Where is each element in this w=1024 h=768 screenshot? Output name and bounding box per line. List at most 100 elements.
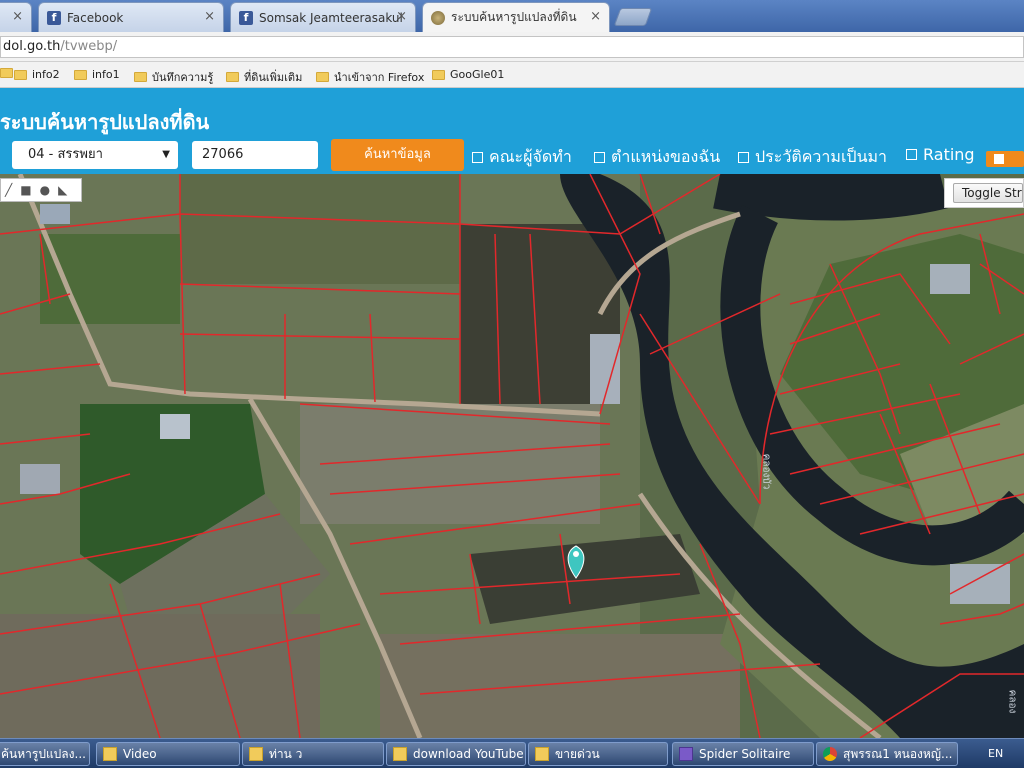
folder-icon xyxy=(249,747,263,761)
close-icon[interactable]: × xyxy=(590,9,601,24)
bookmarks-bar: info2 info1 บันทึกความรู้ ที่ดินเพิ่มเติ… xyxy=(0,62,1024,88)
browser-tab-somsak[interactable]: f Somsak Jeamteerasakul × xyxy=(230,2,416,32)
polygon-icon[interactable]: ◣ xyxy=(58,183,67,197)
tab-label: ระบบค้นหารูปแปลงที่ดิน xyxy=(451,10,577,24)
buildings xyxy=(930,264,970,294)
spider-icon xyxy=(679,747,693,761)
rectangle-icon[interactable]: ■ xyxy=(20,183,31,197)
checkbox-icon[interactable] xyxy=(738,152,749,163)
address-bar: dol.go.th/tvwebp/ xyxy=(0,32,1024,62)
folder-icon xyxy=(393,747,407,761)
field-area xyxy=(40,234,180,324)
taskbar-item-chrome[interactable]: สุพรรณ1 หนองหญ้... xyxy=(816,742,958,766)
bookmark-label: ที่ดินเพิ่มเติม xyxy=(244,71,303,84)
checkbox-icon[interactable] xyxy=(594,152,605,163)
chevron-down-icon: ▼ xyxy=(162,149,170,160)
close-icon[interactable]: × xyxy=(12,9,23,24)
buildings xyxy=(40,204,70,224)
new-tab-button[interactable] xyxy=(613,8,653,26)
field-area xyxy=(380,634,740,738)
toggle-street-container: Toggle Street xyxy=(944,178,1024,208)
tab-label: Somsak Jeamteerasakul xyxy=(259,10,403,25)
bookmark-google01[interactable]: GooGle01 xyxy=(432,68,504,81)
layer-toggle-tab[interactable] xyxy=(986,151,1024,167)
folder-icon xyxy=(316,72,329,82)
checkbox-icon[interactable] xyxy=(472,152,483,163)
taskbar-label: download YouTube xyxy=(413,747,524,761)
taskbar-item-sale[interactable]: ขายด่วน xyxy=(528,742,668,766)
folder-icon xyxy=(134,72,147,82)
map-layer xyxy=(0,174,1024,738)
search-button[interactable]: ค้นหาข้อมูล xyxy=(331,139,464,171)
folder-icon xyxy=(14,69,27,80)
language-indicator[interactable]: EN xyxy=(988,747,1003,760)
taskbar: ค้นหารูปแปลง... Video ท่าน ว download Yo… xyxy=(0,738,1024,768)
bookmark-firefox[interactable]: นำเข้าจาก Firefox xyxy=(316,68,424,86)
satellite-map[interactable]: ╱ ■ ● ◣ Toggle Street คลองบัว คลอง xyxy=(0,174,1024,738)
buildings xyxy=(590,334,620,404)
folder-icon xyxy=(226,72,239,82)
taskbar-item[interactable]: ค้นหารูปแปลง... xyxy=(0,742,90,766)
taskbar-label: ท่าน ว xyxy=(269,746,303,761)
bookmark-land[interactable]: ที่ดินเพิ่มเติม xyxy=(226,68,302,86)
toggle-street-button[interactable]: Toggle Street xyxy=(953,183,1023,203)
close-icon[interactable]: × xyxy=(396,9,407,24)
draw-toolbar: ╱ ■ ● ◣ xyxy=(0,178,82,202)
tab-label: Facebook xyxy=(67,10,124,25)
bookmark-label: GooGle01 xyxy=(450,68,505,81)
taskbar-label: ขายด่วน xyxy=(555,746,600,761)
checkbox-icon[interactable] xyxy=(906,149,917,160)
folder-icon xyxy=(535,747,549,761)
river-label: คลอง xyxy=(1006,689,1018,714)
facebook-icon: f xyxy=(239,10,253,25)
buildings xyxy=(950,564,1010,604)
field-area xyxy=(0,614,320,738)
bookmark-info1[interactable]: info1 xyxy=(74,68,120,81)
folder-icon xyxy=(432,69,445,80)
taskbar-item-download-youtube[interactable]: download YouTube xyxy=(386,742,526,766)
taskbar-item-folder[interactable]: ท่าน ว xyxy=(242,742,384,766)
option-history[interactable]: ประวัติความเป็นมา xyxy=(738,145,887,170)
option-label: Rating xyxy=(923,145,975,164)
url-field[interactable]: dol.go.th/tvwebp/ xyxy=(0,36,1024,58)
url-host: dol.go.th xyxy=(3,39,61,54)
folder-icon xyxy=(0,68,13,78)
url-path: /tvwebp/ xyxy=(60,39,118,54)
option-label: ประวัติความเป็นมา xyxy=(755,147,888,166)
option-my-location[interactable]: ตำแหน่งของฉัน xyxy=(594,145,720,170)
folder-icon xyxy=(74,69,87,80)
chrome-icon xyxy=(823,747,837,761)
folder-icon xyxy=(103,747,117,761)
close-icon[interactable]: × xyxy=(204,9,215,24)
taskbar-item-spider-solitaire[interactable]: Spider Solitaire xyxy=(672,742,814,766)
bookmark-label: บันทึกความรู้ xyxy=(152,71,214,84)
province-select[interactable]: 04 - สรรพยา ▼ xyxy=(12,141,178,169)
circle-icon[interactable]: ● xyxy=(40,183,50,197)
page-header: ระบบค้นหารูปแปลงที่ดิน 04 - สรรพยา ▼ 270… xyxy=(0,88,1024,174)
browser-tab-strip: × f Facebook × f Somsak Jeamteerasakul ×… xyxy=(0,0,1024,32)
option-rating[interactable]: Rating xyxy=(906,145,975,164)
bookmark-notes[interactable]: บันทึกความรู้ xyxy=(134,68,213,86)
bookmark-info2[interactable]: info2 xyxy=(14,68,60,81)
taskbar-label: สุพรรณ1 หนองหญ้... xyxy=(843,746,953,761)
page-title: ระบบค้นหารูปแปลงที่ดิน xyxy=(0,110,210,134)
field-area xyxy=(300,404,600,524)
buildings xyxy=(160,414,190,439)
globe-icon xyxy=(431,10,445,25)
pencil-icon[interactable]: ╱ xyxy=(5,183,12,197)
browser-tab-partial[interactable]: × xyxy=(0,2,32,32)
taskbar-label: ค้นหารูปแปลง... xyxy=(1,746,86,761)
browser-tab-facebook[interactable]: f Facebook × xyxy=(38,2,224,32)
bookmark-label: นำเข้าจาก Firefox xyxy=(334,71,425,84)
option-team[interactable]: คณะผู้จัดทำ xyxy=(472,145,572,170)
taskbar-item-video[interactable]: Video xyxy=(96,742,240,766)
bookmark-label: info1 xyxy=(92,68,120,81)
facebook-icon: f xyxy=(47,10,61,25)
browser-tab-land-search[interactable]: ระบบค้นหารูปแปลงที่ดิน × xyxy=(422,2,610,32)
taskbar-label: Spider Solitaire xyxy=(699,747,791,761)
option-label: ตำแหน่งของฉัน xyxy=(611,147,721,166)
bookmark-label: info2 xyxy=(32,68,60,81)
province-select-value: 04 - สรรพยา xyxy=(28,147,103,162)
river xyxy=(713,174,949,221)
parcel-number-input[interactable]: 27066 xyxy=(192,141,318,169)
